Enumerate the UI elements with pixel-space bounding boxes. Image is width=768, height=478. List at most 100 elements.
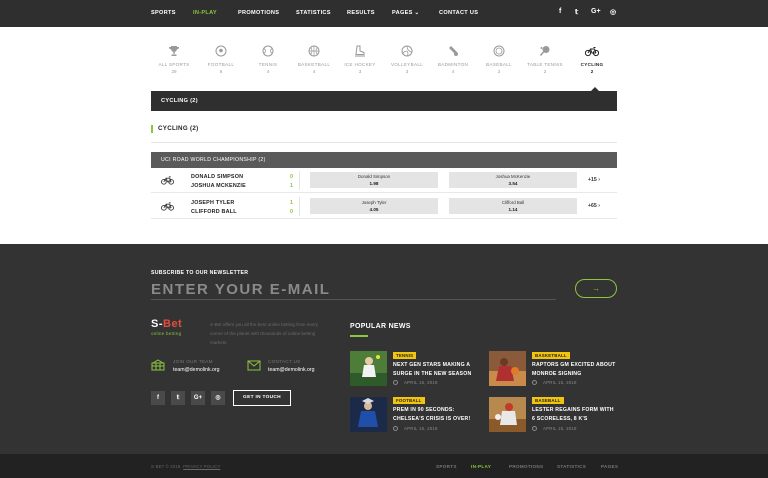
tab-tennis[interactable]: TENNIS 4 xyxy=(245,45,291,74)
copyright: S-BET © 2018. PRIVACY POLICY xyxy=(151,464,221,469)
clock-icon xyxy=(393,426,398,431)
logo-tagline: online betting xyxy=(151,331,182,336)
arrow-right-icon: → xyxy=(592,284,600,293)
tennis-icon xyxy=(262,45,274,57)
player-one-score: 0 xyxy=(290,174,293,180)
more-markets-link[interactable]: +15 › xyxy=(588,177,600,183)
tab-baseball[interactable]: BASEBALL 2 xyxy=(476,45,522,74)
baseball-icon xyxy=(493,45,505,57)
google-plus-icon[interactable]: G+ xyxy=(591,8,601,15)
tab-cycling[interactable]: CYCLING 2 xyxy=(569,45,615,74)
facebook-icon[interactable]: f xyxy=(559,8,561,15)
nav-results[interactable]: RESULTS xyxy=(347,10,375,16)
news-title[interactable]: LESTER REGAINS FORM WITH 6 SCORELESS, 8 … xyxy=(532,406,618,423)
odds-button-player-one[interactable]: Joseph Tyler 4.05 xyxy=(310,198,438,214)
nav-promotions[interactable]: PROMOTIONS xyxy=(238,10,279,16)
section-title: CYCLING (2) xyxy=(151,125,198,133)
news-date: APRIL 15, 2018 xyxy=(404,380,438,385)
instagram-icon[interactable]: ◎ xyxy=(211,391,225,405)
about-text: S-Bet offers you all the best online bet… xyxy=(210,322,318,345)
category-bar: CYCLING (2) xyxy=(151,87,617,111)
cycling-icon xyxy=(585,47,599,57)
tab-badminton[interactable]: BADMINTON 4 xyxy=(430,45,476,74)
news-tag: BASKETBALL xyxy=(532,352,570,359)
news-date: APRIL 15, 2018 xyxy=(404,426,438,431)
player-one-name: DONALD SIMPSON xyxy=(191,174,244,180)
newsletter-email-input[interactable] xyxy=(151,280,556,300)
newsletter-submit-button[interactable]: → xyxy=(575,279,617,298)
player-one-score: 1 xyxy=(290,200,293,206)
player-one-name: JOSEPH TYLER xyxy=(191,200,235,206)
bicycle-icon xyxy=(161,202,174,211)
volleyball-icon xyxy=(401,45,413,57)
twitter-icon[interactable]: 𝕥 xyxy=(575,8,578,16)
player-two-score: 1 xyxy=(290,183,293,189)
news-thumbnail-tennis[interactable] xyxy=(350,351,387,386)
tab-all-sports[interactable]: ALL SPORTS 29 xyxy=(151,45,197,74)
divider xyxy=(151,142,617,143)
privacy-policy-link[interactable]: PRIVACY POLICY xyxy=(183,464,220,469)
event-header: UCI ROAD WORLD CHAMPIONSHIP (2) xyxy=(151,152,617,168)
mail-icon xyxy=(247,360,261,371)
logo: S-Bet xyxy=(151,318,183,330)
title-underline xyxy=(350,335,368,337)
nav-statistics[interactable]: STATISTICS xyxy=(296,10,331,16)
contact-us-label: CONTACT US xyxy=(268,359,301,364)
bottom-bar xyxy=(0,454,768,478)
match-row: DONALD SIMPSON JOSHUA MCKENZIE 0 1 Donal… xyxy=(151,168,617,193)
basketball-icon xyxy=(308,45,320,57)
news-thumbnail-basketball[interactable] xyxy=(489,351,526,386)
clock-icon xyxy=(532,380,537,385)
player-two-name: CLIFFORD BALL xyxy=(191,209,237,215)
twitter-icon[interactable]: 𝕥 xyxy=(171,391,185,405)
chevron-down-icon: ⌄ xyxy=(414,10,420,16)
news-title[interactable]: RAPTORS GM EXCITED ABOUT MONROE SIGNING xyxy=(532,361,618,378)
more-markets-link[interactable]: +65 › xyxy=(588,203,600,209)
player-two-name: JOSHUA MCKENZIE xyxy=(191,183,246,189)
footer-nav-pages[interactable]: PAGES xyxy=(601,464,618,469)
tab-table-tennis[interactable]: TABLE TENNIS 2 xyxy=(522,45,568,74)
footer-nav-statistics[interactable]: STATISTICS xyxy=(557,464,586,469)
tab-basketball[interactable]: BASKETBALL 4 xyxy=(291,45,337,74)
nav-in-play[interactable]: IN-PLAY xyxy=(193,10,217,16)
facebook-icon[interactable]: f xyxy=(151,391,165,405)
tab-volleyball[interactable]: VOLLEYBALL 3 xyxy=(384,45,430,74)
football-icon xyxy=(215,45,227,57)
news-tag: FOOTBALL xyxy=(393,397,425,404)
trophy-icon xyxy=(169,46,179,56)
tab-ice-hockey[interactable]: ICE HOCKEY 3 xyxy=(337,45,383,74)
news-tag: TENNIS xyxy=(393,352,417,359)
team-icon xyxy=(151,359,165,371)
event-title: UCI ROAD WORLD CHAMPIONSHIP (2) xyxy=(161,157,266,163)
tab-football[interactable]: FOOTBALL 6 xyxy=(198,45,244,74)
badminton-icon xyxy=(449,46,458,56)
table-tennis-icon xyxy=(539,46,550,56)
join-team-label: JOIN OUR TEAM xyxy=(173,359,213,364)
news-thumbnail-baseball[interactable] xyxy=(489,397,526,432)
footer-nav-in-play[interactable]: IN-PLAY xyxy=(471,464,491,469)
join-team-email[interactable]: team@demolink.org xyxy=(173,367,220,373)
match-row: JOSEPH TYLER CLIFFORD BALL 1 0 Joseph Ty… xyxy=(151,194,617,219)
divider xyxy=(299,171,300,190)
footer-nav-promotions[interactable]: PROMOTIONS xyxy=(509,464,543,469)
odds-button-player-two[interactable]: Clifford Ball 1.14 xyxy=(449,198,577,214)
news-title[interactable]: PREM IN 90 SECONDS: CHELSEA'S CRISIS IS … xyxy=(393,406,479,423)
odds-button-player-one[interactable]: Donald Simpson 1.98 xyxy=(310,172,438,188)
odds-button-player-two[interactable]: Joshua McKenzie 3.54 xyxy=(449,172,577,188)
get-in-touch-button[interactable]: GET IN TOUCH xyxy=(233,390,291,406)
news-thumbnail-football[interactable] xyxy=(350,397,387,432)
footer-nav-sports[interactable]: SPORTS xyxy=(436,464,457,469)
news-date: APRIL 15, 2018 xyxy=(543,380,577,385)
player-two-score: 0 xyxy=(290,209,293,215)
contact-us-email[interactable]: team@demolink.org xyxy=(268,367,315,373)
popular-news-title: POPULAR NEWS xyxy=(350,323,411,330)
sports-tabs: ALL SPORTS 29 FOOTBALL 6 TENNIS 4 BASKET… xyxy=(155,45,615,89)
nav-contact-us[interactable]: CONTACT US xyxy=(439,10,478,16)
instagram-icon[interactable]: ◎ xyxy=(610,8,616,16)
google-plus-icon[interactable]: G+ xyxy=(191,391,205,405)
news-title[interactable]: NEXT GEN STARS MAKING A SURGE IN THE NEW… xyxy=(393,361,479,378)
nav-pages[interactable]: PAGES ⌄ xyxy=(392,10,420,16)
bicycle-icon xyxy=(161,176,174,185)
clock-icon xyxy=(393,380,398,385)
nav-sports[interactable]: SPORTS xyxy=(151,10,176,16)
